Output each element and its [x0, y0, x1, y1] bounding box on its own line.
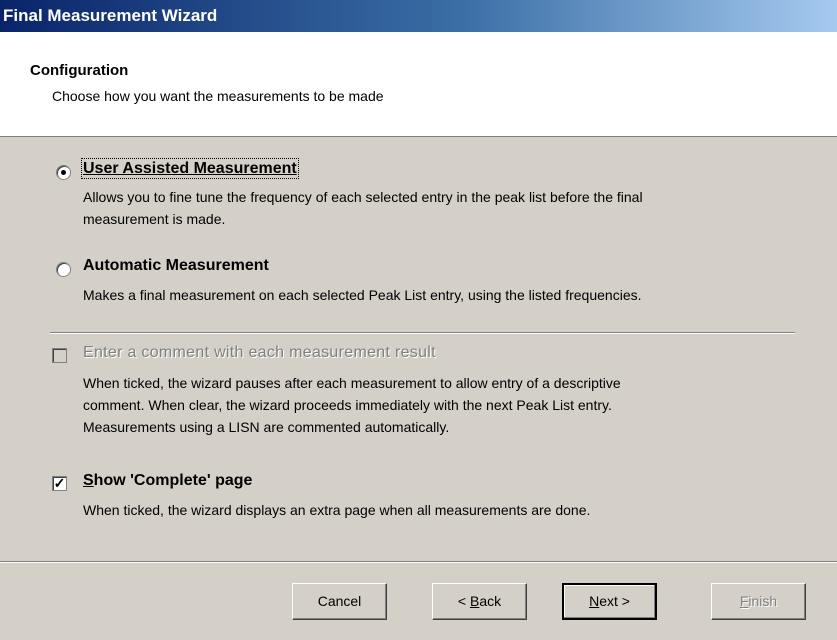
user-assisted-description: Allows you to fine tune the frequency of…	[83, 186, 823, 230]
comment-desc-line1: When ticked, the wizard pauses after eac…	[83, 375, 621, 391]
finish-button-label: inish	[748, 593, 778, 609]
show-complete-checkbox[interactable]: ✓	[52, 476, 67, 491]
automatic-radio[interactable]	[56, 262, 71, 277]
show-complete-description: When ticked, the wizard displays an extr…	[83, 499, 823, 521]
comment-desc-line3: Measurements using a LISN are commented …	[83, 419, 450, 435]
next-button-label: ext >	[599, 593, 630, 609]
automatic-description: Makes a final measurement on each select…	[83, 284, 823, 306]
wizard-window: Final Measurement Wizard Configuration C…	[0, 0, 837, 640]
window-title: Final Measurement Wizard	[3, 6, 218, 25]
options-separator	[50, 332, 795, 334]
user-assisted-label-text: User Assisted Measurement	[81, 158, 299, 179]
cancel-button-label: Cancel	[317, 593, 362, 609]
user-assisted-desc-line2: measurement is made.	[83, 211, 226, 227]
next-button[interactable]: Next >	[562, 583, 657, 620]
comment-checkbox[interactable]	[52, 348, 67, 363]
user-assisted-label[interactable]: User Assisted Measurement	[81, 158, 299, 179]
show-complete-label-text: how 'Complete' page	[93, 472, 253, 489]
next-accel: N	[589, 593, 600, 609]
back-button[interactable]: < Back	[432, 583, 527, 620]
comment-desc-line2: comment. When clear, the wizard proceeds…	[83, 397, 612, 413]
finish-button[interactable]: Finish	[711, 583, 806, 620]
cancel-button[interactable]: Cancel	[292, 583, 387, 620]
back-prefix: <	[457, 593, 470, 609]
show-complete-desc-line1: When ticked, the wizard displays an extr…	[83, 502, 591, 518]
automatic-desc-line1: Makes a final measurement on each select…	[83, 287, 642, 303]
button-separator	[0, 561, 837, 563]
show-complete-accel: S	[83, 472, 94, 489]
checkmark-icon: ✓	[53, 475, 66, 491]
comment-label-text: Enter a comment with each measurement re…	[83, 344, 436, 361]
page-subtitle: Choose how you want the measurements to …	[52, 88, 384, 104]
wizard-header: Configuration Choose how you want the me…	[0, 32, 837, 136]
back-accel: B	[469, 593, 480, 609]
back-button-label: ack	[479, 593, 502, 609]
comment-description: When ticked, the wizard pauses after eac…	[83, 372, 823, 438]
user-assisted-desc-line1: Allows you to fine tune the frequency of…	[83, 189, 643, 205]
comment-label[interactable]: Enter a comment with each measurement re…	[83, 344, 436, 362]
user-assisted-radio[interactable]	[56, 165, 71, 180]
show-complete-label[interactable]: Show 'Complete' page	[83, 472, 252, 490]
automatic-label[interactable]: Automatic Measurement	[83, 257, 269, 275]
page-title: Configuration	[30, 62, 129, 79]
automatic-label-text: Automatic Measurement	[83, 257, 269, 274]
title-bar[interactable]: Final Measurement Wizard	[0, 0, 837, 32]
